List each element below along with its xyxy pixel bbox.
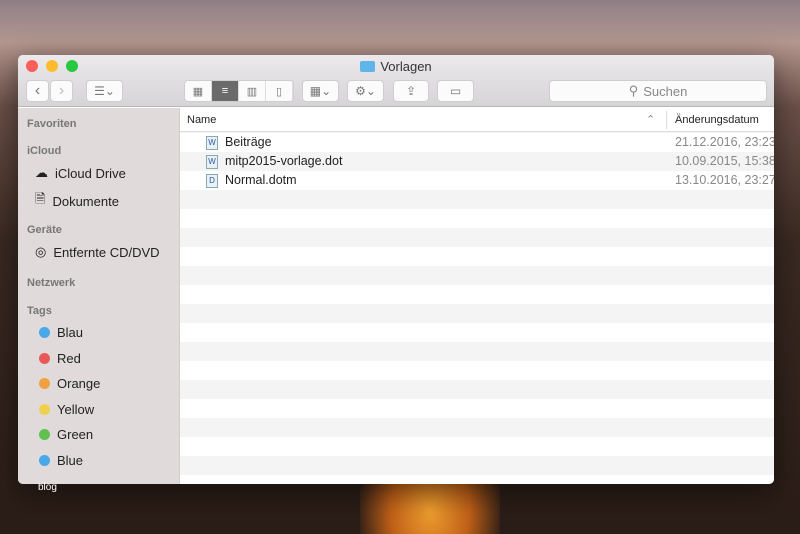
tag-color-icon bbox=[39, 429, 50, 441]
label: Blau bbox=[57, 325, 84, 340]
finder-window: Vorlagen ‹ › ☰⌄ ▦ ≡ ▥ ▯ ▦⌄ ⚙⌄ ⇪ ▭ ⚲ Suche… bbox=[18, 55, 774, 484]
title-text: Vorlagen bbox=[380, 59, 432, 74]
column-view-button[interactable]: ▥ bbox=[239, 81, 266, 101]
word-document-icon: W bbox=[206, 136, 218, 150]
file-list: Name ⌃ Änderungsdatum W Beiträge 21.12.201… bbox=[180, 108, 774, 484]
sidebar-tag-green[interactable]: Green bbox=[35, 427, 93, 442]
sort-ascending-icon[interactable]: ⌃ bbox=[646, 108, 655, 132]
search-placeholder: Suchen bbox=[643, 83, 688, 99]
search-field[interactable]: ⚲ Suchen bbox=[549, 80, 767, 102]
tag-color-icon bbox=[39, 327, 50, 338]
tag-color-icon bbox=[39, 378, 50, 390]
tag-button[interactable]: ▭ bbox=[437, 80, 474, 102]
section-devices: Geräte bbox=[27, 224, 62, 236]
file-row[interactable]: W Beiträge 21.12.2016, 23:23 bbox=[180, 133, 774, 152]
sidebar-item-icloud-drive[interactable]: ☁ iCloud Drive bbox=[35, 165, 126, 181]
word-document-icon: W bbox=[206, 155, 218, 169]
list-view-button[interactable]: ≡ bbox=[212, 81, 239, 101]
sidebar: Favoriten iCloud ☁ iCloud Drive 🗎 Dokument… bbox=[18, 108, 180, 484]
label: Green bbox=[57, 427, 94, 443]
file-date: 13.10.2016, 23:27 bbox=[675, 173, 774, 187]
label: Yellow bbox=[57, 401, 95, 417]
tag-color-icon bbox=[39, 403, 50, 415]
action-gear-button[interactable]: ⚙⌄ bbox=[347, 80, 384, 102]
tag-color-icon bbox=[39, 352, 50, 364]
label: Entfernte CD/DVD bbox=[53, 244, 160, 260]
file-date: 10.09.2015, 15:38 bbox=[675, 154, 774, 168]
sidebar-tag-blau[interactable]: Blau bbox=[35, 325, 83, 340]
group-button[interactable]: ▦⌄ bbox=[302, 80, 339, 102]
sidebar-tag-red[interactable]: Red bbox=[35, 351, 81, 366]
folder-icon bbox=[360, 61, 376, 72]
icon-view-button[interactable]: ▦ bbox=[185, 81, 212, 101]
label: Dokumente bbox=[52, 193, 119, 209]
label: Blue bbox=[57, 453, 84, 468]
file-name: Normal.dotm bbox=[225, 173, 297, 187]
sidebar-tag-orange[interactable]: Orange bbox=[35, 376, 100, 391]
sidebar-tag-blue[interactable]: Blue bbox=[35, 453, 83, 468]
disc-icon: ◎ bbox=[35, 244, 47, 259]
toolbar: Vorlagen ‹ › ☰⌄ ▦ ≡ ▥ ▯ ▦⌄ ⚙⌄ ⇪ ▭ ⚲ Suche… bbox=[18, 55, 774, 107]
label: Red bbox=[57, 350, 81, 366]
section-network: Netzwerk bbox=[27, 277, 76, 289]
file-name: Beiträge bbox=[225, 135, 272, 149]
sidebar-item-cd-dvd[interactable]: ◎ Entfernte CD/DVD bbox=[35, 244, 160, 260]
arrange-menu-button[interactable]: ☰⌄ bbox=[86, 80, 123, 102]
back-button[interactable]: ‹ bbox=[26, 80, 49, 102]
sidebar-tag-yellow[interactable]: Yellow bbox=[35, 402, 94, 417]
word-document-icon: D bbox=[206, 174, 218, 188]
column-date[interactable]: Änderungsdatum bbox=[675, 108, 759, 132]
file-row[interactable]: D Normal.dotm 13.10.2016, 23:27 bbox=[180, 171, 774, 190]
tag-color-icon bbox=[39, 455, 50, 466]
view-switcher: ▦ ≡ ▥ ▯ bbox=[184, 80, 294, 102]
watermark-text: blog bbox=[38, 482, 57, 493]
file-row[interactable]: Wmitp2015-vorlage.dot 10.09.2015, 15:38 bbox=[180, 152, 774, 171]
window-title: Vorlagen bbox=[18, 59, 774, 74]
column-header: Name ⌃ Änderungsdatum bbox=[180, 108, 774, 132]
search-icon: ⚲ bbox=[628, 83, 639, 98]
forward-button[interactable]: › bbox=[50, 80, 73, 102]
label: iCloud Drive bbox=[55, 165, 126, 181]
file-name: mitp2015-vorlage.dot bbox=[225, 154, 343, 168]
share-button[interactable]: ⇪ bbox=[393, 80, 429, 102]
sidebar-item-dokumente[interactable]: 🗎 Dokumente bbox=[35, 190, 119, 212]
file-date: 21.12.2016, 23:23 bbox=[675, 135, 774, 149]
cloud-icon: ☁ bbox=[35, 165, 48, 180]
document-icon: 🗎 bbox=[35, 191, 46, 206]
section-tags: Tags bbox=[27, 305, 52, 317]
label: Orange bbox=[57, 376, 101, 392]
column-name[interactable]: Name bbox=[187, 108, 216, 132]
section-favorites: Favoriten bbox=[27, 118, 77, 130]
coverflow-view-button[interactable]: ▯ bbox=[266, 81, 293, 101]
section-icloud: iCloud bbox=[27, 145, 62, 157]
